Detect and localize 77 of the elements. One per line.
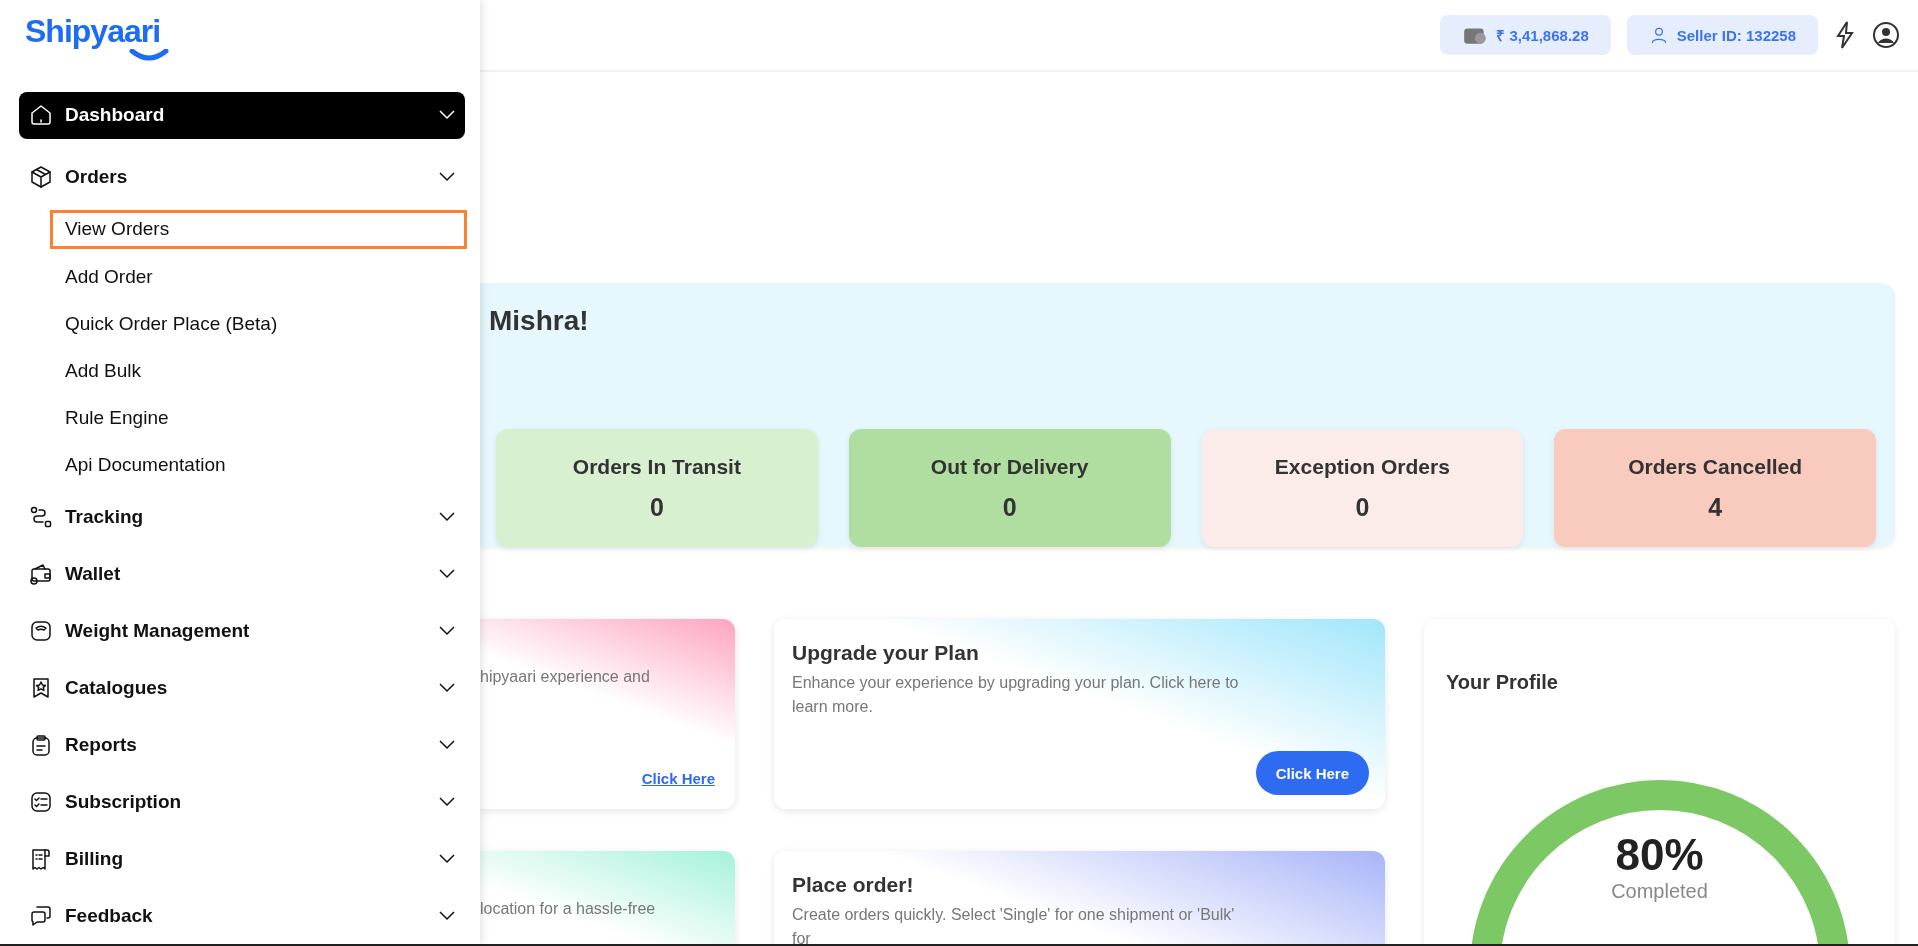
chevron-down-icon — [439, 853, 455, 864]
checklist-icon — [29, 789, 53, 814]
stat-card[interactable]: Orders Cancelled 4 — [1554, 429, 1876, 547]
sidebar-item[interactable]: Orders — [19, 154, 465, 200]
sidebar-item[interactable]: Weight Management — [19, 608, 465, 654]
submenu-item[interactable]: View Orders — [50, 209, 467, 249]
card-text: Enhance your experience by upgrading your plan. Click here to learn more. — [792, 673, 1240, 717]
seller-id-chip[interactable]: Seller ID: 132258 — [1626, 15, 1818, 55]
stat-label: Out for Delivery — [930, 454, 1089, 479]
sidebar-item[interactable]: Reports — [19, 722, 465, 768]
chevron-down-icon — [439, 682, 455, 693]
welcome-heading: Mishra! — [489, 305, 590, 337]
sidebar-item-label: Weight Management — [65, 620, 251, 643]
stat-value: 4 — [1708, 492, 1723, 522]
card-text: Create orders quickly. Select 'Single' for one shipment or 'Bulk' for — [792, 905, 1236, 944]
wallet-balance: ₹ 3,41,868.28 — [1496, 26, 1589, 45]
sidebar-item-label: Dashboard — [65, 104, 166, 127]
seller-id: Seller ID: 132258 — [1676, 26, 1796, 44]
sidebar-item-label: Orders — [65, 166, 129, 189]
route-icon — [29, 505, 53, 530]
logo: Shipyaari — [25, 14, 161, 48]
profile-caption: Completed — [1611, 880, 1708, 903]
profile-title: Your Profile — [1446, 671, 1558, 694]
chevron-down-icon — [439, 626, 455, 637]
sidebar-item-label: Feedback — [65, 904, 154, 927]
sidebar-item-label: Billing — [65, 847, 125, 870]
clipboard-icon — [29, 732, 53, 757]
chevron-down-icon — [439, 172, 455, 183]
sidebar-item[interactable]: Subscription — [19, 779, 465, 825]
sidebar-item[interactable]: Wallet — [19, 551, 465, 597]
stat-value: 0 — [1002, 492, 1017, 522]
stat-value: 0 — [1355, 492, 1370, 522]
smile-icon — [129, 49, 169, 61]
chevron-down-icon — [439, 739, 455, 750]
sidebar-item[interactable]: Dashboard — [19, 92, 465, 139]
receipt-icon — [29, 846, 53, 871]
stat-label: Orders In Transit — [572, 454, 741, 479]
sidebar-item-label: Catalogues — [65, 676, 169, 699]
submenu-item[interactable]: Add Bulk — [50, 351, 467, 391]
wallet-balance-chip[interactable]: ₹ 3,41,868.28 — [1440, 15, 1611, 55]
box-icon — [29, 165, 53, 190]
chevron-down-icon — [439, 512, 455, 523]
profile-percent: 80% — [1615, 830, 1704, 880]
sidebar-item[interactable]: Tracking — [19, 494, 465, 540]
stat-card[interactable]: Exception Orders 0 — [1201, 429, 1524, 547]
home-icon — [29, 103, 53, 128]
chat-icon — [29, 903, 53, 928]
stat-card[interactable]: Out for Delivery 0 — [848, 429, 1171, 547]
chevron-down-icon — [439, 796, 455, 807]
card-title: Upgrade your Plan — [792, 641, 980, 665]
sidebar-item-label: Tracking — [65, 506, 145, 529]
sidebar-item-label: Subscription — [65, 790, 183, 813]
wallet-icon — [29, 562, 53, 587]
card-text: hipyaari experience and — [480, 667, 651, 687]
chevron-down-icon — [439, 110, 455, 121]
submenu-item[interactable]: Api Documentation — [50, 445, 467, 485]
card-title: Place order! — [792, 873, 915, 897]
stat-label: Orders Cancelled — [1628, 454, 1803, 479]
click-here-button[interactable]: Click Here — [1255, 751, 1369, 795]
avatar-icon[interactable] — [1872, 21, 1900, 49]
sidebar-item[interactable]: Feedback — [19, 893, 465, 938]
submenu-item[interactable]: Add Order — [50, 256, 467, 297]
card-text: location for a hassle-free — [480, 899, 657, 919]
scale-icon — [29, 619, 53, 644]
chevron-down-icon — [439, 910, 455, 921]
stat-value: 0 — [649, 492, 664, 522]
sidebar-item[interactable]: Billing — [19, 836, 465, 882]
sidebar-item-label: Wallet — [65, 563, 122, 586]
submenu-item[interactable]: Rule Engine — [50, 398, 467, 438]
stat-card[interactable]: Orders In Transit 0 — [496, 429, 818, 547]
stat-label: Exception Orders — [1274, 454, 1450, 479]
click-here-link[interactable]: Click Here — [641, 770, 715, 787]
chevron-down-icon — [439, 569, 455, 580]
sidebar-item[interactable]: Catalogues — [19, 665, 465, 711]
submenu-item[interactable]: Quick Order Place (Beta) — [50, 304, 467, 344]
bolt-icon[interactable] — [1834, 20, 1856, 50]
sidebar-item-label: Reports — [65, 733, 138, 756]
